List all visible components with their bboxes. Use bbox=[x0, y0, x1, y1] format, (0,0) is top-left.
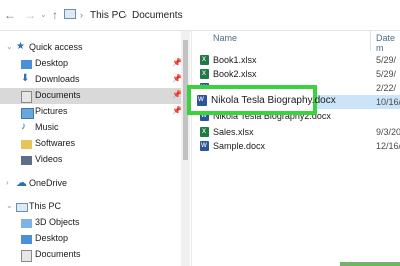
nav-label: OneDrive bbox=[29, 178, 68, 188]
chevron-down-icon[interactable]: ⌄ bbox=[6, 201, 13, 210]
music-icon: ♪ bbox=[21, 121, 26, 132]
file-name: Sample.docx bbox=[213, 141, 266, 151]
column-header-date[interactable]: Date m bbox=[376, 33, 400, 53]
column-divider[interactable] bbox=[370, 31, 371, 51]
file-row[interactable]: Sample.docx 12/16/ bbox=[192, 139, 400, 153]
decorative-strip bbox=[340, 262, 400, 266]
nav-downloads[interactable]: ⬇ Downloads 📌 bbox=[0, 72, 190, 88]
downloads-folder-icon: ⬇ bbox=[21, 73, 30, 84]
breadcrumb-chevron-icon: › bbox=[124, 10, 127, 20]
chevron-right-icon[interactable]: › bbox=[6, 178, 9, 187]
nav-label: Videos bbox=[35, 154, 63, 164]
nav-3d-objects[interactable]: 3D Objects bbox=[0, 215, 190, 231]
column-header-name[interactable]: Name bbox=[213, 33, 237, 43]
breadcrumb-chevron-icon: › bbox=[80, 10, 83, 20]
excel-file-icon bbox=[200, 126, 209, 137]
file-date: 5/29/ bbox=[376, 69, 397, 79]
documents-folder-icon bbox=[21, 250, 32, 262]
up-arrow-icon[interactable]: ↑ bbox=[52, 8, 58, 22]
excel-file-icon bbox=[200, 68, 209, 79]
star-icon: ★ bbox=[16, 41, 25, 52]
nav-label: 3D Objects bbox=[35, 217, 80, 227]
excel-file-icon bbox=[200, 54, 209, 65]
nav-label: Desktop bbox=[35, 58, 69, 68]
nav-pictures[interactable]: Pictures 📌 bbox=[0, 104, 190, 120]
file-date: 5/29/ bbox=[376, 55, 397, 65]
address-bar: ← → ⌄ ↑ › This PC › Documents bbox=[0, 0, 400, 31]
file-date: 10/16/ bbox=[376, 97, 400, 107]
nav-this-pc[interactable]: ⌄ This PC bbox=[0, 199, 190, 215]
3d-objects-icon bbox=[21, 219, 32, 228]
nav-desktop-2[interactable]: Desktop bbox=[0, 231, 190, 247]
file-row[interactable]: Book1.xlsx 5/29/ bbox=[192, 53, 400, 67]
nav-desktop[interactable]: Desktop 📌 bbox=[0, 56, 190, 72]
file-date: 12/16/ bbox=[376, 141, 400, 151]
breadcrumb-documents[interactable]: Documents bbox=[132, 10, 183, 21]
nav-onedrive[interactable]: › ☁ OneDrive bbox=[0, 176, 190, 192]
file-row[interactable]: Sales.xlsx 9/3/20 bbox=[192, 125, 400, 139]
nav-label: Softwares bbox=[35, 138, 76, 148]
nav-softwares[interactable]: Softwares bbox=[0, 136, 190, 152]
nav-label: Music bbox=[35, 122, 59, 132]
file-name: Sales.xlsx bbox=[213, 127, 254, 137]
documents-folder-icon bbox=[21, 91, 32, 103]
nav-label: Documents bbox=[35, 249, 81, 259]
nav-documents[interactable]: Documents 📌 bbox=[0, 88, 190, 104]
file-date: 9/3/20 bbox=[376, 127, 400, 137]
onedrive-icon: ☁ bbox=[16, 177, 27, 189]
nav-videos[interactable]: Videos bbox=[0, 152, 190, 168]
chevron-down-icon[interactable]: ⌄ bbox=[6, 42, 13, 51]
nav-label: Desktop bbox=[35, 233, 69, 243]
file-name: Book1.xlsx bbox=[213, 55, 257, 65]
desktop-folder-icon bbox=[21, 60, 32, 69]
folder-icon bbox=[21, 140, 32, 149]
nav-label: Quick access bbox=[29, 42, 83, 52]
nav-label: Pictures bbox=[35, 106, 68, 116]
nav-label: This PC bbox=[29, 201, 62, 211]
this-pc-icon bbox=[64, 9, 76, 19]
videos-folder-icon bbox=[21, 156, 32, 165]
nav-quick-access[interactable]: ⌄ ★ Quick access bbox=[0, 40, 190, 56]
nav-label: Documents bbox=[35, 90, 81, 100]
highlighted-file-callout[interactable]: Nikola Tesla Biography.docx bbox=[187, 85, 336, 115]
forward-arrow-icon[interactable]: → bbox=[24, 8, 36, 22]
back-arrow-icon[interactable]: ← bbox=[4, 8, 16, 22]
word-file-icon bbox=[197, 94, 207, 106]
nav-music[interactable]: ♪ Music bbox=[0, 120, 190, 136]
desktop-folder-icon bbox=[21, 235, 32, 244]
file-date: 2/22/ bbox=[376, 83, 397, 93]
file-row[interactable]: Book2.xlsx 5/29/ bbox=[192, 67, 400, 81]
pc-icon bbox=[16, 203, 28, 212]
breadcrumb-this-pc[interactable]: This PC bbox=[90, 10, 126, 21]
pictures-folder-icon bbox=[21, 108, 34, 119]
file-name: Book2.xlsx bbox=[213, 69, 257, 79]
word-file-icon bbox=[200, 140, 209, 151]
recent-locations-icon[interactable]: ⌄ bbox=[40, 10, 47, 19]
nav-label: Downloads bbox=[35, 74, 80, 84]
highlighted-file-name: Nikola Tesla Biography.docx bbox=[211, 95, 336, 106]
nav-documents-2[interactable]: Documents bbox=[0, 247, 190, 263]
